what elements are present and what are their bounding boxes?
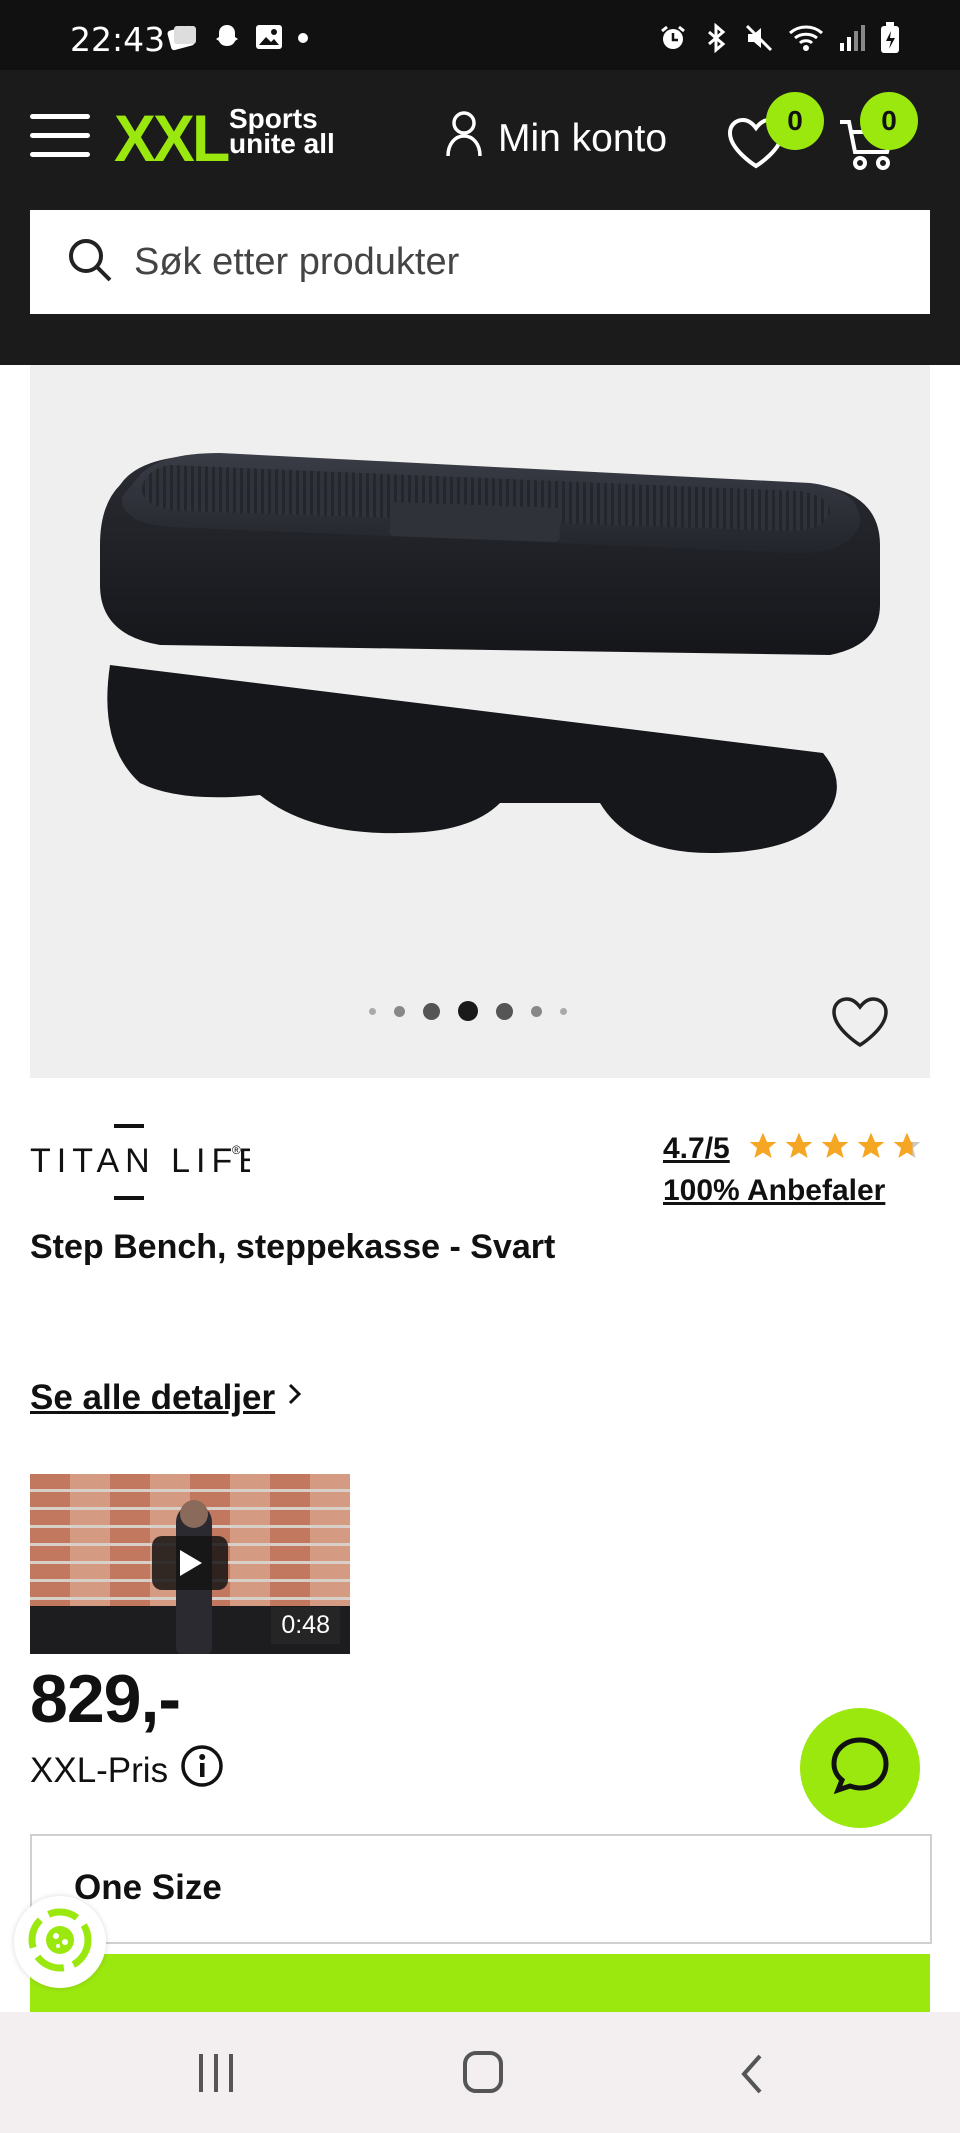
system-navigation-bar <box>0 2012 960 2133</box>
price-label: XXL-Pris <box>30 1744 224 1797</box>
add-to-cart-button[interactable] <box>30 1954 930 2014</box>
info-icon[interactable] <box>180 1744 224 1797</box>
star-icon <box>857 1132 885 1158</box>
price-label-text: XXL-Pris <box>30 1750 169 1790</box>
star-icon <box>749 1132 777 1158</box>
recent-apps-icon[interactable] <box>196 2052 236 2099</box>
pagination-dot[interactable] <box>560 1007 567 1015</box>
svg-text:TITAN LIFE: TITAN LIFE <box>30 1142 250 1180</box>
chat-bubble-icon <box>828 1734 892 1803</box>
status-time: 22:43 <box>70 20 166 59</box>
battery-icon <box>880 22 900 58</box>
rating-stars <box>746 1130 924 1162</box>
pagination-dot[interactable] <box>496 1002 513 1020</box>
pagination-dot[interactable] <box>531 1005 542 1017</box>
product-gallery[interactable] <box>30 365 930 1078</box>
video-duration: 0:48 <box>271 1607 340 1644</box>
pagination-dot[interactable] <box>369 1007 376 1015</box>
logo-tagline: Sports unite all <box>229 105 335 159</box>
recommend-percentage[interactable]: 100% Anbefaler <box>663 1174 924 1208</box>
chat-button[interactable] <box>800 1708 920 1828</box>
status-left-icons <box>166 22 310 56</box>
back-icon[interactable] <box>738 2052 766 2101</box>
svg-text:®: ® <box>232 1143 241 1157</box>
product-rating[interactable]: 4.7/5 100% Anbefaler <box>663 1130 924 1208</box>
search-bar[interactable] <box>30 210 930 314</box>
product-image <box>100 453 880 853</box>
cookie-icon <box>25 1905 95 1980</box>
pagination-dot[interactable] <box>423 1002 440 1020</box>
alarm-icon <box>658 23 688 57</box>
pagination-dot[interactable] <box>394 1005 405 1017</box>
rating-score[interactable]: 4.7/5 <box>663 1132 730 1165</box>
star-half-icon <box>893 1132 921 1158</box>
home-icon[interactable] <box>462 2050 504 2099</box>
cart-icon <box>838 120 898 176</box>
product-title: Step Bench, steppekasse - Svart <box>30 1228 556 1266</box>
product-price: 829,- <box>30 1661 181 1737</box>
see-all-details-link[interactable]: Se alle detaljer <box>30 1378 305 1418</box>
status-right-icons <box>658 22 900 58</box>
chevron-right-icon <box>285 1378 305 1418</box>
site-header: XXL Sports unite all Min konto 0 0 <box>0 70 960 365</box>
user-icon <box>444 110 484 168</box>
snapchat-icon <box>212 22 242 56</box>
star-icon <box>821 1132 849 1158</box>
heart-icon <box>726 117 786 174</box>
search-icon <box>66 236 114 289</box>
status-bar: 22:43 <box>0 0 960 70</box>
size-selector[interactable]: One Size <box>30 1834 932 1944</box>
play-icon[interactable] <box>152 1536 228 1590</box>
pagination-dot-active[interactable] <box>458 1001 478 1021</box>
gallery-notification-icon <box>166 22 200 56</box>
wifi-icon <box>788 23 824 57</box>
xxl-logo[interactable]: XXL <box>114 100 230 176</box>
details-link-label: Se alle detaljer <box>30 1378 276 1417</box>
size-selected-value: One Size <box>74 1868 222 1907</box>
wishlist-count-badge: 0 <box>766 92 824 150</box>
signal-icon <box>838 23 866 57</box>
bluetooth-icon <box>702 22 730 57</box>
product-video-thumbnail[interactable]: 0:48 <box>30 1474 350 1654</box>
cart-button[interactable]: 0 <box>838 92 918 177</box>
dot-icon <box>296 30 310 49</box>
account-link[interactable]: Min konto <box>444 110 667 168</box>
search-input[interactable] <box>132 239 916 285</box>
cookie-settings-button[interactable] <box>14 1896 106 1988</box>
mute-icon <box>744 23 774 57</box>
tagline-line2: unite all <box>229 128 335 159</box>
cart-count-badge: 0 <box>860 92 918 150</box>
favorite-heart-icon[interactable] <box>830 995 890 1054</box>
menu-icon[interactable] <box>30 114 90 158</box>
star-icon <box>785 1132 813 1158</box>
gallery-pagination[interactable] <box>360 1001 576 1021</box>
wishlist-button[interactable]: 0 <box>726 92 824 175</box>
brand-logo[interactable]: TITAN LIFE ® <box>30 1122 261 1207</box>
account-label: Min konto <box>498 117 668 160</box>
image-icon <box>254 22 284 56</box>
